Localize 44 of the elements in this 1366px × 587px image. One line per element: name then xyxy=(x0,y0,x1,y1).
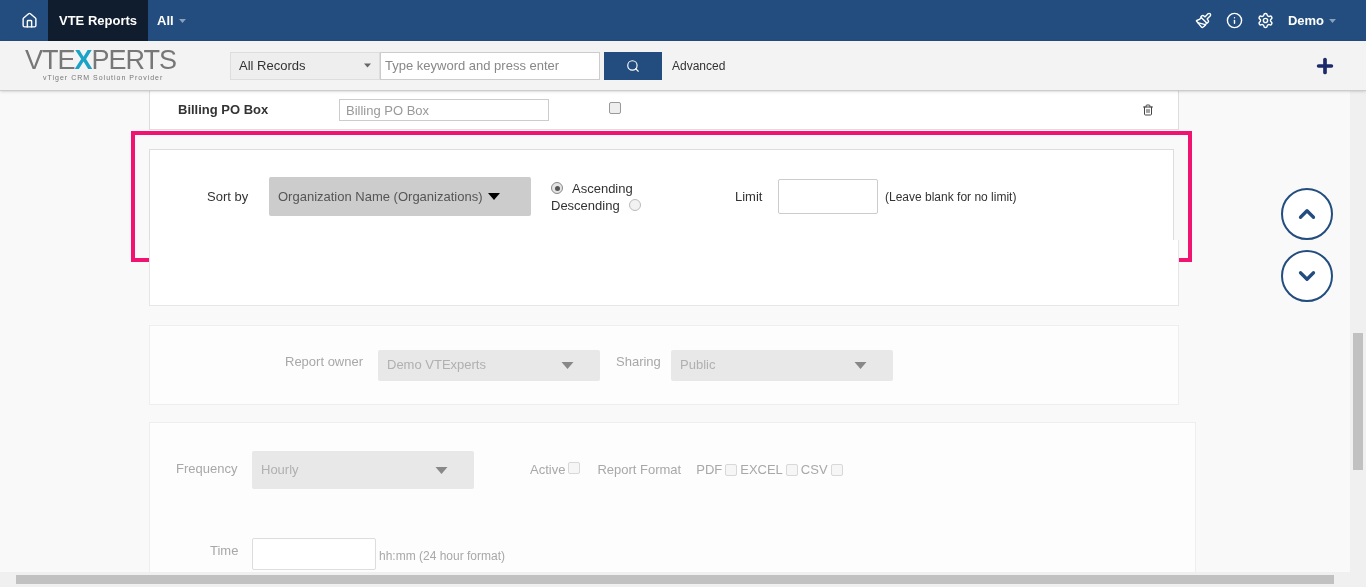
caret-icon xyxy=(178,18,186,23)
info-icon[interactable] xyxy=(1225,12,1243,29)
caret-icon xyxy=(1329,18,1336,23)
format-label: CSV xyxy=(800,461,828,480)
search-field[interactable]: Type keyword and press enter xyxy=(380,51,600,80)
caret-icon xyxy=(854,361,867,369)
limit-hint: (Leave blank for no limit) xyxy=(885,188,1017,206)
home-icon[interactable] xyxy=(21,12,38,29)
format-label: PDF xyxy=(696,461,723,480)
field-label: Report Format xyxy=(597,461,682,480)
field-label: Active xyxy=(530,461,566,480)
field-label: Billing PO Box xyxy=(178,101,270,120)
radio-button[interactable] xyxy=(551,182,563,194)
all-menu[interactable]: All xyxy=(157,10,186,31)
app-title[interactable]: VTE Reports xyxy=(48,0,148,41)
limit-field[interactable] xyxy=(778,179,878,214)
format-label: EXCEL xyxy=(740,461,783,480)
time-hint: hh:mm (24 hour format) xyxy=(379,548,506,565)
search-button[interactable] xyxy=(604,51,662,80)
field-label: Frequency xyxy=(176,459,239,478)
field-label: Limit xyxy=(735,187,764,206)
delete-icon[interactable] xyxy=(1142,104,1154,116)
caret-icon xyxy=(435,466,448,474)
field-label: Report owner xyxy=(285,353,365,372)
sort-field-dropdown[interactable]: Organization Name (Organizations) xyxy=(269,177,531,216)
scroll-up-button[interactable] xyxy=(1281,188,1333,240)
user-menu[interactable]: Demo xyxy=(1287,10,1336,31)
checkbox[interactable] xyxy=(609,102,621,115)
field-label: Time xyxy=(210,542,240,561)
radio-label: Ascending xyxy=(572,179,633,197)
advanced-link[interactable]: Advanced xyxy=(672,56,726,75)
scope-dropdown[interactable]: All Records xyxy=(230,51,380,80)
radio-label: Descending xyxy=(551,196,620,214)
radio-button[interactable] xyxy=(628,199,641,211)
scroll-down-button[interactable] xyxy=(1281,250,1333,302)
search-icon xyxy=(626,58,640,73)
caret-icon xyxy=(488,193,501,200)
settings-icon[interactable] xyxy=(1256,12,1274,29)
field-label: Sort by xyxy=(207,187,250,206)
caret-icon xyxy=(364,63,371,68)
billing-po-box-field[interactable]: Billing PO Box xyxy=(339,99,549,121)
field-label: Sharing xyxy=(616,353,662,372)
caret-icon xyxy=(561,361,574,369)
paintbrush-icon[interactable] xyxy=(1194,12,1212,29)
